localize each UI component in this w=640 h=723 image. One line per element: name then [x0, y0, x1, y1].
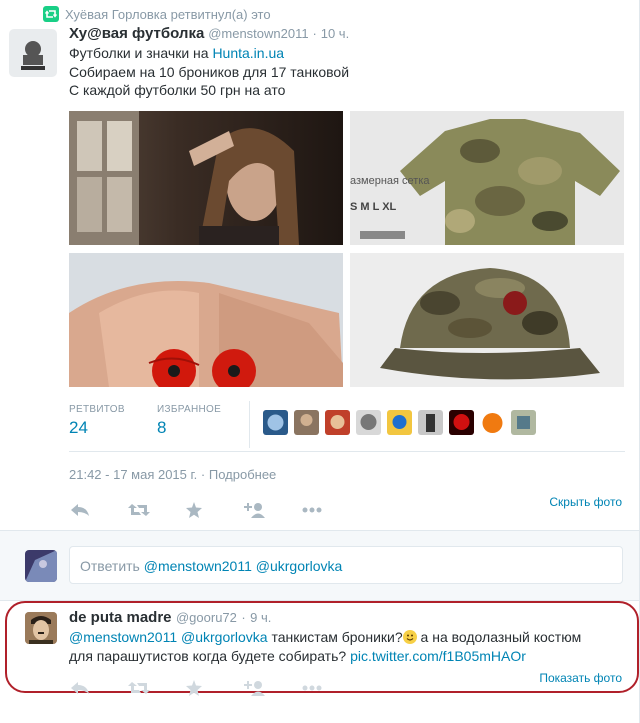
- reply-icon: [71, 682, 89, 694]
- favoriters-avatars: [263, 410, 542, 435]
- photo-camo-cap[interactable]: [350, 253, 624, 387]
- retweets-label: РЕТВИТОВ: [69, 404, 125, 415]
- tweet-text-line1: Футболки и значки на: [69, 45, 213, 61]
- more-button[interactable]: [302, 679, 360, 697]
- tweet-date-line: 21:42 - 17 мая 2015 г. · Подробнее: [69, 467, 277, 482]
- tweet-text-line3: С каждой футболки 50 грн на ато: [69, 82, 286, 98]
- author-handle[interactable]: @menstown2011: [208, 26, 308, 41]
- reply-input[interactable]: Ответить @menstown2011 @ukrgorlovka: [69, 546, 623, 584]
- retweet-icon: [43, 6, 59, 22]
- favoriter-avatar[interactable]: [356, 410, 381, 435]
- reply-mentions: @menstown2011 @ukrgorlovka: [143, 558, 343, 574]
- reply-pic-link[interactable]: pic.twitter.com/f1B05mHAOr: [350, 648, 526, 664]
- star-icon: [186, 502, 202, 518]
- stats-divider: [249, 401, 250, 448]
- star-icon: [186, 680, 202, 696]
- favorite-button[interactable]: [186, 679, 244, 697]
- reply-button[interactable]: [70, 679, 128, 697]
- retweet-button[interactable]: [128, 501, 186, 519]
- favorites-count: 8: [157, 418, 167, 437]
- photo-poppy-pins[interactable]: [69, 253, 343, 387]
- reply-header: de puta madre @gooru72 · 9 ч.: [69, 609, 271, 627]
- reply-button[interactable]: [70, 501, 128, 519]
- reply-author-fullname[interactable]: de puta madre: [69, 609, 172, 626]
- favoriter-avatar[interactable]: [294, 410, 319, 435]
- reply-author-avatar[interactable]: [25, 612, 57, 644]
- reply-text-part2: а на водолазный костюм: [416, 629, 582, 645]
- reply-text: @menstown2011 @ukrgorlovka танкистам бро…: [69, 628, 624, 666]
- size-chart-sizes: S M L XL: [350, 201, 397, 213]
- tweet-timestamp[interactable]: 10 ч.: [321, 26, 349, 41]
- reply-actions: [70, 679, 360, 697]
- favoriter-avatar[interactable]: [263, 410, 288, 435]
- hide-photo-link[interactable]: Скрыть фото: [549, 495, 622, 509]
- tweet-actions: [70, 501, 360, 519]
- separator-dot: ·: [241, 610, 246, 625]
- more-icon: [302, 507, 322, 513]
- favorites-label: ИЗБРАННОЕ: [157, 404, 222, 415]
- tweet-stats: РЕТВИТОВ 24 ИЗБРАННОЕ 8: [69, 404, 261, 438]
- retweets-stat[interactable]: РЕТВИТОВ 24: [69, 404, 125, 438]
- retweet-context-text: Хуёвая Горловка ретвитнул(а) это: [65, 6, 271, 22]
- reply-text-mentions[interactable]: @menstown2011 @ukrgorlovka: [69, 629, 268, 645]
- stats-bottom-divider: [69, 451, 625, 452]
- tweet-text: Футболки и значки на Hunta.in.ua Собирае…: [69, 44, 349, 100]
- favoriter-avatar[interactable]: [418, 410, 443, 435]
- reply-text-part1: танкистам броники?: [267, 629, 403, 645]
- photo-girl[interactable]: [69, 111, 343, 245]
- retweet-action-icon: [128, 682, 150, 694]
- favoriter-avatar[interactable]: [449, 410, 474, 435]
- reply-composer: Ответить @menstown2011 @ukrgorlovka: [0, 530, 640, 601]
- favoriter-avatar[interactable]: [511, 410, 536, 435]
- photo-camo-shirt[interactable]: азмерная сетка S M L XL: [350, 111, 624, 245]
- favorites-stat[interactable]: ИЗБРАННОЕ 8: [157, 404, 221, 438]
- size-chart-caption: азмерная сетка: [350, 175, 430, 187]
- smiley-emoji-icon: [402, 630, 417, 644]
- retweet-action-icon: [128, 504, 150, 516]
- reply-placeholder: Ответить: [80, 558, 140, 574]
- retweets-count: 24: [69, 418, 88, 437]
- author-fullname[interactable]: Ху@вая футболка: [69, 25, 204, 42]
- more-icon: [302, 685, 322, 691]
- favoriter-avatar[interactable]: [480, 410, 505, 435]
- reply-timestamp[interactable]: 9 ч.: [250, 610, 271, 625]
- reply-text-part3: для парашутистов когда будете собирать?: [69, 648, 347, 664]
- hunta-link[interactable]: Hunta.in.ua: [212, 45, 284, 61]
- retweet-button[interactable]: [128, 679, 186, 697]
- follow-button[interactable]: [244, 501, 302, 519]
- favorite-button[interactable]: [186, 501, 244, 519]
- author-avatar[interactable]: [9, 29, 57, 77]
- reply-author-handle[interactable]: @gooru72: [176, 610, 237, 625]
- show-photo-link[interactable]: Показать фото: [539, 671, 622, 685]
- tweet-text-line2: Собираем на 10 броников для 17 танковой: [69, 63, 350, 80]
- more-button[interactable]: [302, 501, 360, 519]
- retweet-context: Хуёвая Горловка ретвитнул(а) это: [43, 4, 271, 24]
- follow-button[interactable]: [244, 679, 302, 697]
- details-link[interactable]: Подробнее: [209, 467, 276, 482]
- add-user-icon: [244, 503, 265, 518]
- favoriter-avatar[interactable]: [325, 410, 350, 435]
- separator-dot: ·: [312, 26, 317, 41]
- reply-icon: [71, 504, 89, 516]
- my-avatar[interactable]: [25, 550, 57, 582]
- favoriter-avatar[interactable]: [387, 410, 412, 435]
- tweet-date: 21:42 - 17 мая 2015 г.: [69, 467, 198, 482]
- tweet-header: Ху@вая футболка @menstown2011 · 10 ч.: [69, 25, 349, 42]
- add-user-icon: [244, 681, 265, 696]
